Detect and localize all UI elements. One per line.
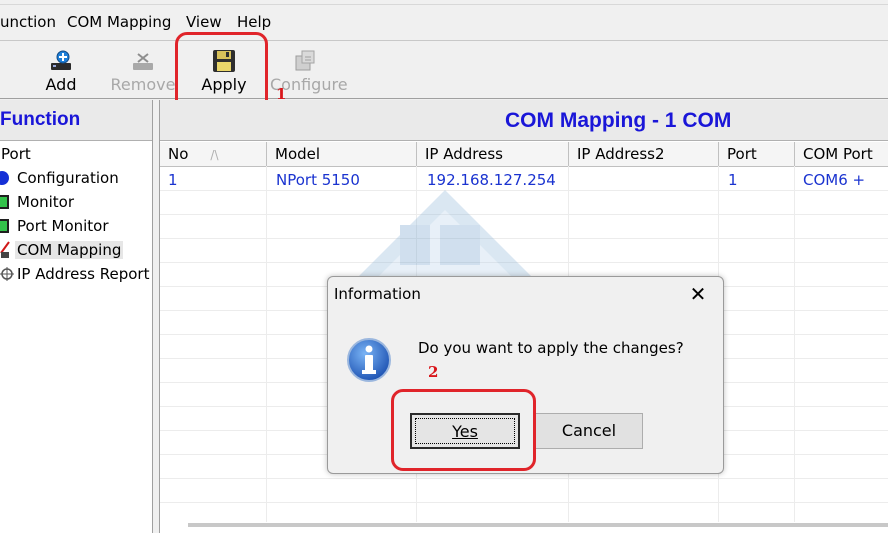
remove-label: Remove [110, 75, 176, 94]
blue-circle-icon [0, 171, 9, 185]
cell-com-port: COM6 + [803, 171, 866, 189]
tree-item-label: IP Address Report [17, 265, 150, 283]
yes-highlight-box [391, 389, 536, 471]
cancel-button[interactable]: Cancel [535, 413, 643, 449]
function-panel-header: Function [0, 100, 152, 141]
column-header-label: COM Port [803, 145, 873, 163]
column-header-model[interactable]: Model [267, 142, 417, 166]
sort-indicator: /\ [210, 148, 219, 162]
column-header-ip-address2[interactable]: IP Address2 [569, 142, 719, 166]
dialog-message: Do you want to apply the changes? [418, 339, 684, 357]
monitor-icon [0, 195, 9, 209]
function-panel: Function Port Configuration Monitor Port… [0, 100, 153, 533]
cell-model: NPort 5150 [276, 171, 360, 189]
menu-function[interactable]: unction [0, 13, 56, 31]
column-header-label: Port [727, 145, 757, 163]
tree-item-label: Port [1, 145, 31, 163]
table-header: No /\ Model IP Address IP Address2 Port C… [160, 142, 888, 167]
tree-item-label: Monitor [17, 193, 75, 211]
menu-bar-divider [0, 4, 888, 5]
column-header-port[interactable]: Port [719, 142, 795, 166]
cell-no: 1 [168, 171, 178, 189]
grid-hline [160, 478, 888, 479]
port-monitor-icon [0, 219, 9, 233]
info-icon [347, 338, 391, 382]
menu-com-mapping[interactable]: COM Mapping [67, 13, 171, 31]
grid-vline [794, 166, 795, 522]
remove-device-icon [133, 53, 153, 70]
column-header-no[interactable]: No /\ [160, 142, 267, 166]
column-header-com-port[interactable]: COM Port [795, 142, 888, 166]
cell-port: 1 [728, 171, 738, 189]
grid-vline [266, 166, 267, 522]
remove-button[interactable]: Remove [108, 41, 178, 97]
menu-view[interactable]: View [186, 13, 222, 31]
add-label: Add [45, 75, 77, 94]
step-2-label: 2 [428, 363, 439, 381]
menu-help[interactable]: Help [237, 13, 271, 31]
tree-item-label: Port Monitor [17, 217, 109, 235]
configure-icon [295, 50, 315, 71]
toolbar: Add Remove Apply Configure [0, 41, 888, 99]
menu-bar: unction COM Mapping View Help [0, 0, 888, 41]
column-header-ip-address[interactable]: IP Address [417, 142, 569, 166]
com-mapping-header: COM Mapping - 1 COM [160, 100, 888, 141]
add-button[interactable]: Add [26, 41, 96, 97]
ip-report-icon [0, 267, 14, 281]
close-icon[interactable]: ✕ [684, 281, 712, 307]
com-mapping-icon [0, 241, 10, 258]
cancel-label: Cancel [561, 421, 617, 440]
cell-ip-address: 192.168.127.254 [427, 171, 556, 189]
column-header-label: Model [275, 145, 321, 163]
dialog-title: Information [334, 285, 421, 303]
add-device-icon [51, 50, 71, 70]
column-header-label: No [168, 145, 189, 163]
grid-hline [160, 502, 888, 503]
column-header-label: IP Address [425, 145, 503, 163]
tree-item-label: COM Mapping [15, 241, 124, 259]
tree-item-label: Configuration [17, 169, 119, 187]
horizontal-scrollbar[interactable] [188, 523, 888, 527]
function-panel-title: Function [0, 109, 81, 130]
com-mapping-title: COM Mapping - 1 COM [505, 109, 732, 132]
column-header-label: IP Address2 [577, 145, 665, 163]
